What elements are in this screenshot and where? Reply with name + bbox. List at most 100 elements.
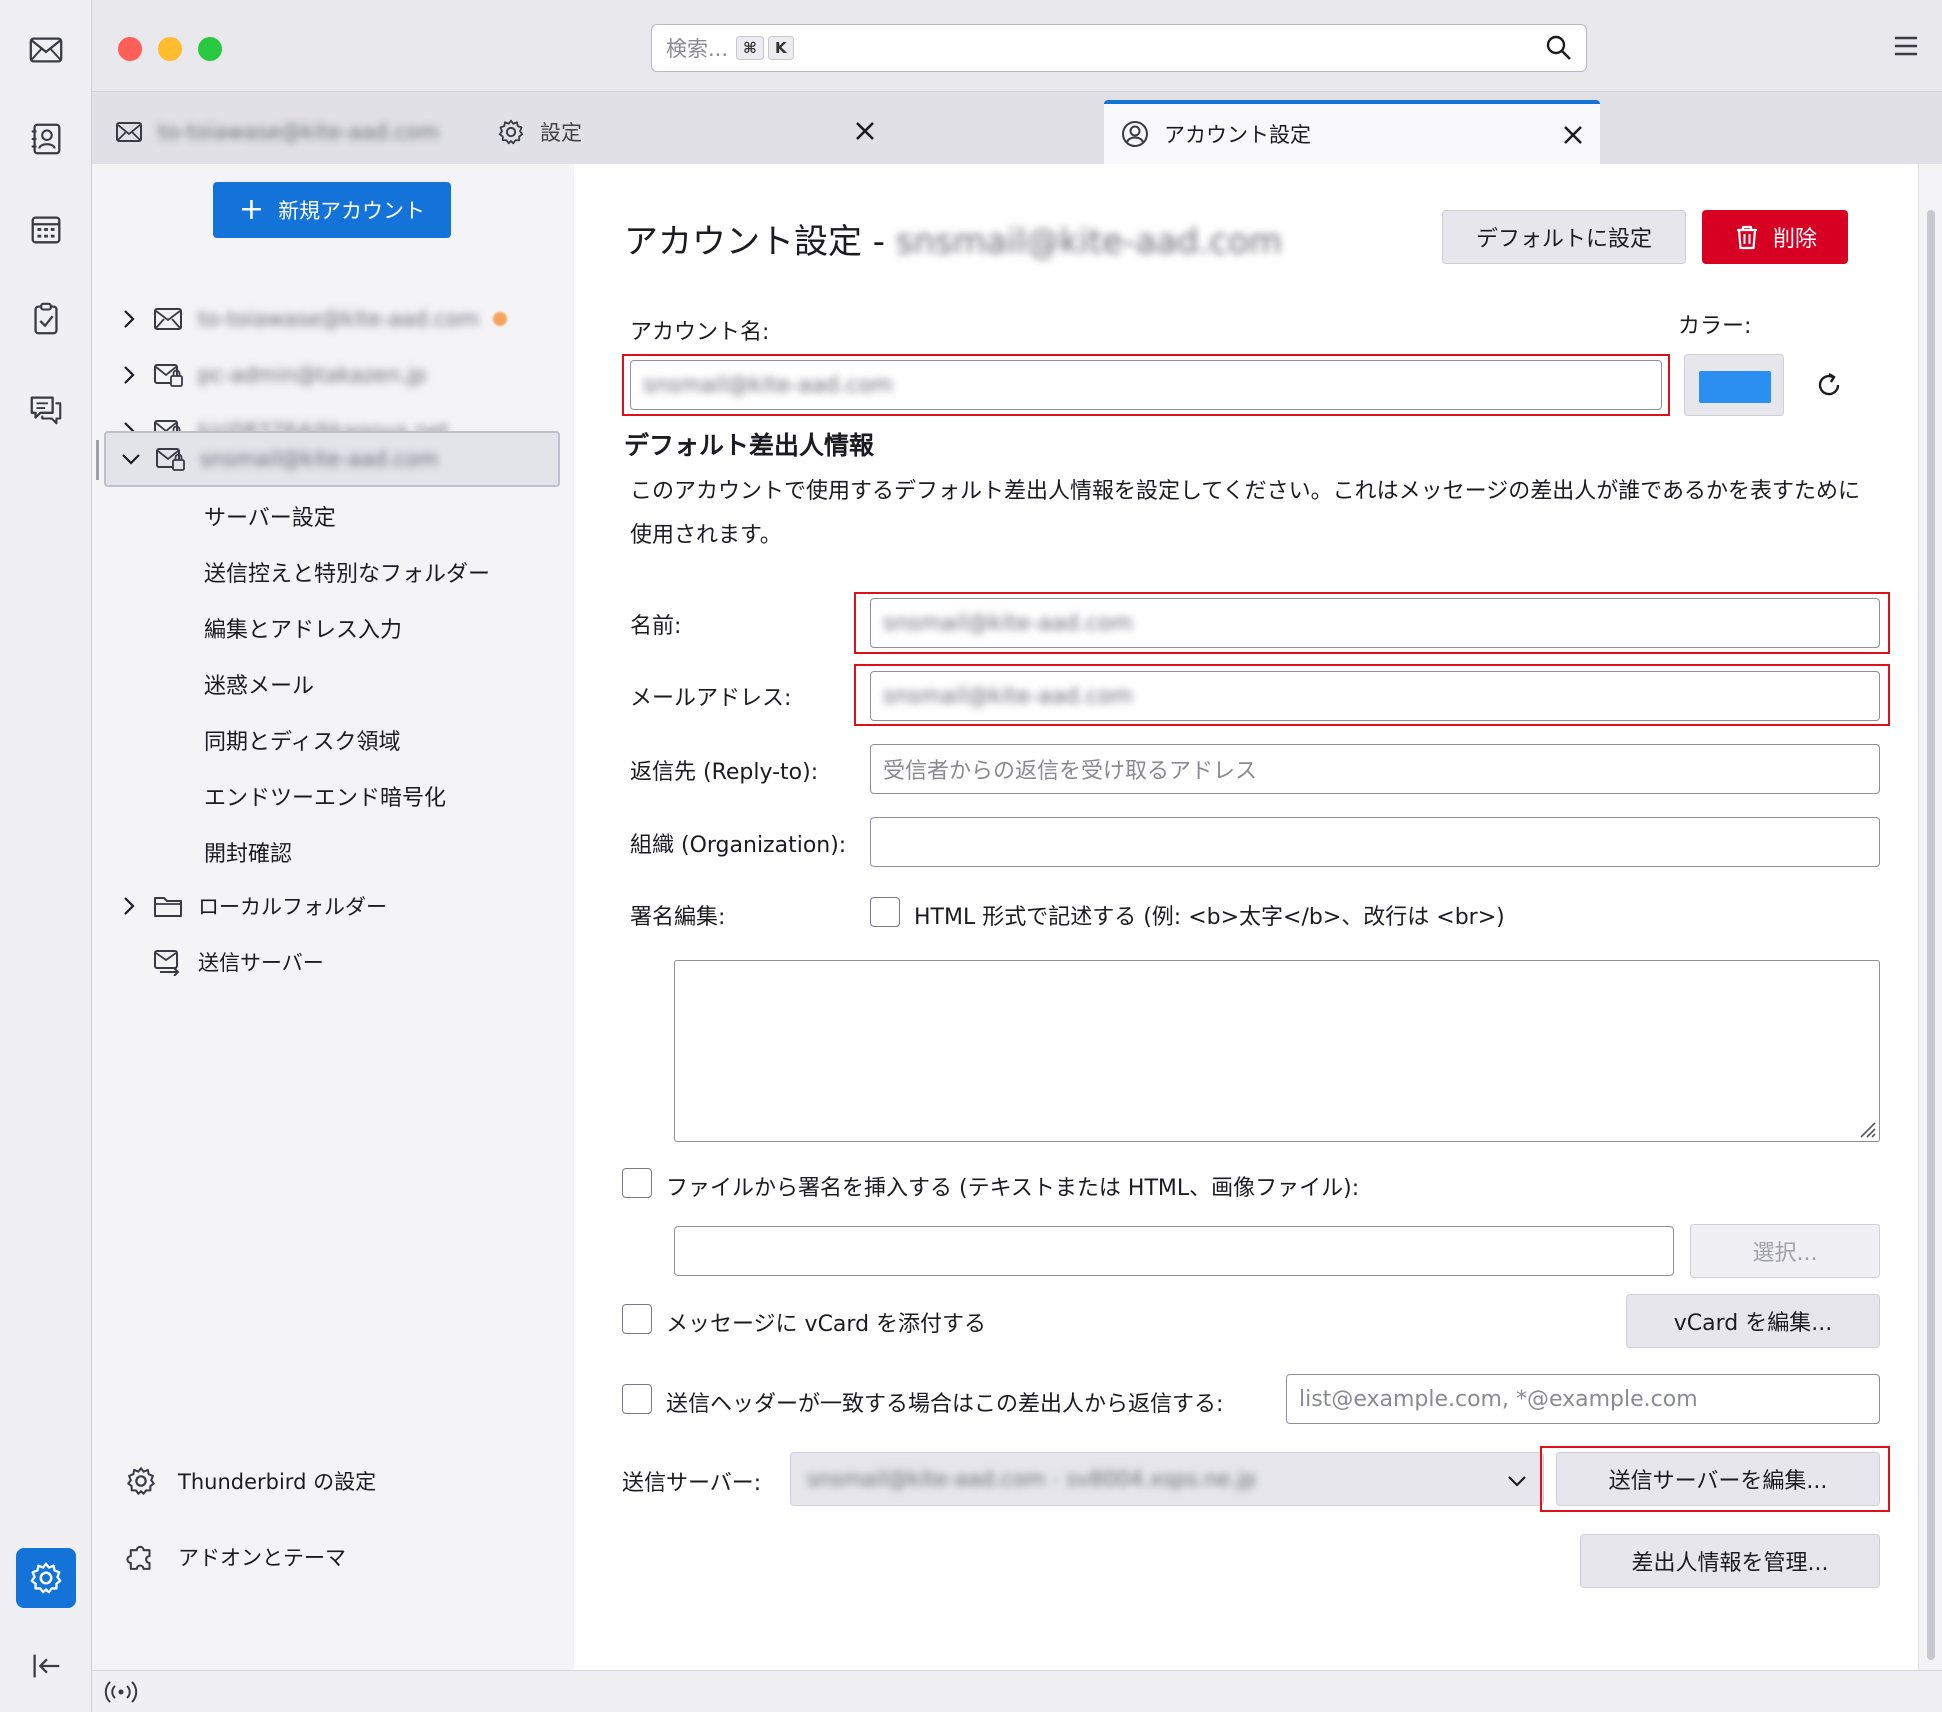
mail-icon <box>154 308 182 330</box>
tab-mail[interactable]: to-toiawase@kite-aad.com <box>114 100 494 164</box>
account-tree-sidebar: + 新規アカウント to-toiawase@kite-aad.com pc-ad… <box>92 164 574 1670</box>
account-color-picker[interactable] <box>1684 354 1784 416</box>
name-label: 名前: <box>630 614 682 639</box>
sidebar-item-e2e-encryption[interactable]: エンドツーエンド暗号化 <box>204 780 446 812</box>
identity-name-input[interactable]: snsmail@kite-aad.com <box>870 598 1880 648</box>
plus-icon: + <box>238 192 265 227</box>
gear-icon <box>127 1467 155 1495</box>
outgoing-server-row[interactable]: 送信サーバー <box>104 934 572 990</box>
sidebar-item-junk[interactable]: 迷惑メール <box>204 668 314 700</box>
signature-file-path-input[interactable] <box>674 1226 1674 1276</box>
reply-from-checkbox[interactable] <box>622 1384 652 1414</box>
chevron-right-icon <box>124 366 135 384</box>
email-label: メールアドレス: <box>630 686 792 711</box>
identity-email-input[interactable]: snsmail@kite-aad.com <box>870 671 1880 721</box>
close-icon[interactable] <box>850 116 880 146</box>
address-book-space-button[interactable] <box>20 113 72 165</box>
global-search-input[interactable]: 検索... ⌘ K <box>651 24 1587 72</box>
choose-file-button[interactable]: 選択... <box>1690 1224 1880 1278</box>
set-default-button[interactable]: デフォルトに設定 <box>1442 210 1686 264</box>
signature-file-checkbox[interactable] <box>622 1168 652 1198</box>
color-fill <box>1699 371 1771 403</box>
puzzle-icon <box>126 1545 151 1570</box>
sidebar-item-composition[interactable]: 編集とアドレス入力 <box>204 612 402 644</box>
chevron-right-icon <box>124 310 135 328</box>
sidebar-item-server-settings[interactable]: サーバー設定 <box>204 500 336 532</box>
shortcut-key-cmd: ⌘ <box>736 36 764 60</box>
outgoing-server-icon <box>154 950 180 976</box>
window-close-button[interactable] <box>118 37 142 61</box>
local-folders-row[interactable]: ローカルフォルダー <box>104 878 572 934</box>
window-zoom-button[interactable] <box>198 37 222 61</box>
tab-account-settings[interactable]: アカウント設定 <box>1104 100 1600 164</box>
chevron-down-icon <box>122 454 140 465</box>
organization-input[interactable] <box>870 817 1880 867</box>
sidebar-item-sync-disk[interactable]: 同期とディスク領域 <box>204 724 400 756</box>
online-status-icon[interactable] <box>104 1679 138 1705</box>
delete-account-button[interactable]: 削除 <box>1702 210 1848 264</box>
identity-heading: デフォルト差出人情報 <box>624 431 875 460</box>
mail-lock-icon <box>156 448 185 471</box>
thunderbird-settings-label: Thunderbird の設定 <box>178 1470 377 1494</box>
main-scrollbar[interactable] <box>1918 164 1942 1670</box>
account-row[interactable]: pc-admin@takazen.jp <box>104 347 572 403</box>
account-label: to-toiawase@kite-aad.com <box>198 307 480 331</box>
mail-icon <box>116 122 142 142</box>
chat-space-button[interactable] <box>20 383 72 435</box>
settings-space-button[interactable] <box>16 1548 76 1608</box>
reply-from-label: 送信ヘッダーが一致する場合はこの差出人から返信する: <box>666 1392 1224 1417</box>
signature-textarea[interactable] <box>674 960 1880 1142</box>
account-settings-panel: アカウント設定 - snsmail@kite-aad.com デフォルトに設定 … <box>574 164 1918 1670</box>
reply-from-input[interactable]: list@example.com, *@example.com <box>1286 1374 1880 1424</box>
tasks-icon <box>34 302 58 335</box>
new-account-button[interactable]: + 新規アカウント <box>213 182 451 238</box>
attach-vcard-label: メッセージに vCard を添付する <box>666 1312 987 1337</box>
edit-smtp-button[interactable]: 送信サーバーを編集... <box>1556 1452 1880 1506</box>
smtp-server-select[interactable]: snsmail@kite-aad.com - sv8004.xsps.ne.jp <box>790 1452 1544 1506</box>
account-label: pc-admin@takazen.jp <box>198 363 427 387</box>
window-minimize-button[interactable] <box>158 37 182 61</box>
tab-settings[interactable]: 設定 <box>496 100 892 164</box>
account-name-input[interactable]: snsmail@kite-aad.com <box>630 360 1662 410</box>
identity-description: このアカウントで使用するデフォルト差出人情報を設定してください。これはメッセージ… <box>630 479 1861 548</box>
spaces-toolbar <box>0 0 92 1712</box>
selection-indicator <box>96 440 99 480</box>
gear-icon <box>498 119 524 145</box>
app-menu-icon[interactable] <box>1892 32 1920 60</box>
edit-vcard-button[interactable]: vCard を編集... <box>1626 1294 1880 1348</box>
mail-lock-icon <box>154 364 183 387</box>
delete-label: 削除 <box>1772 227 1817 252</box>
manage-identities-button[interactable]: 差出人情報を管理... <box>1580 1534 1880 1588</box>
tasks-space-button[interactable] <box>20 293 72 345</box>
account-name-label: アカウント名: <box>630 320 770 345</box>
trash-icon <box>1736 225 1757 250</box>
addons-themes-link[interactable]: アドオンとテーマ <box>124 1540 346 1574</box>
new-account-label: 新規アカウント <box>278 199 426 223</box>
close-icon[interactable] <box>1558 120 1588 150</box>
identity-email-value: snsmail@kite-aad.com <box>883 683 1133 709</box>
shortcut-key-k: K <box>767 36 794 60</box>
folder-icon <box>154 897 182 917</box>
smtp-server-label: 送信サーバー: <box>622 1471 762 1496</box>
calendar-space-button[interactable] <box>20 203 72 255</box>
attach-vcard-checkbox[interactable] <box>622 1304 652 1334</box>
organization-label: 組織 (Organization): <box>630 833 847 858</box>
reset-color-icon[interactable] <box>1814 370 1844 400</box>
sidebar-item-copies-folders[interactable]: 送信控えと特別なフォルダー <box>204 556 490 588</box>
account-row[interactable]: to-toiawase@kite-aad.com <box>104 291 572 347</box>
html-signature-label: HTML 形式で記述する (例: <b>太字</b>、改行は <br>) <box>914 905 1505 930</box>
sidebar-item-return-receipts[interactable]: 開封確認 <box>204 836 292 868</box>
tab-bar: to-toiawase@kite-aad.com 設定 アカウント設定 <box>92 92 1942 164</box>
mail-space-button[interactable] <box>20 24 72 76</box>
scrollbar-thumb[interactable] <box>1927 210 1935 1660</box>
collapse-spaces-button[interactable] <box>20 1640 72 1692</box>
html-signature-checkbox[interactable] <box>870 897 900 927</box>
account-row-selected[interactable]: snsmail@kite-aad.com <box>104 431 560 487</box>
resize-grip-icon[interactable] <box>1855 1117 1877 1139</box>
search-icon[interactable] <box>1544 33 1574 63</box>
addons-themes-label: アドオンとテーマ <box>178 1546 346 1570</box>
reply-to-input[interactable]: 受信者からの返信を受け取るアドレス <box>870 744 1880 794</box>
address-book-icon <box>31 123 61 155</box>
gear-icon <box>30 1562 62 1594</box>
thunderbird-settings-link[interactable]: Thunderbird の設定 <box>124 1464 376 1498</box>
